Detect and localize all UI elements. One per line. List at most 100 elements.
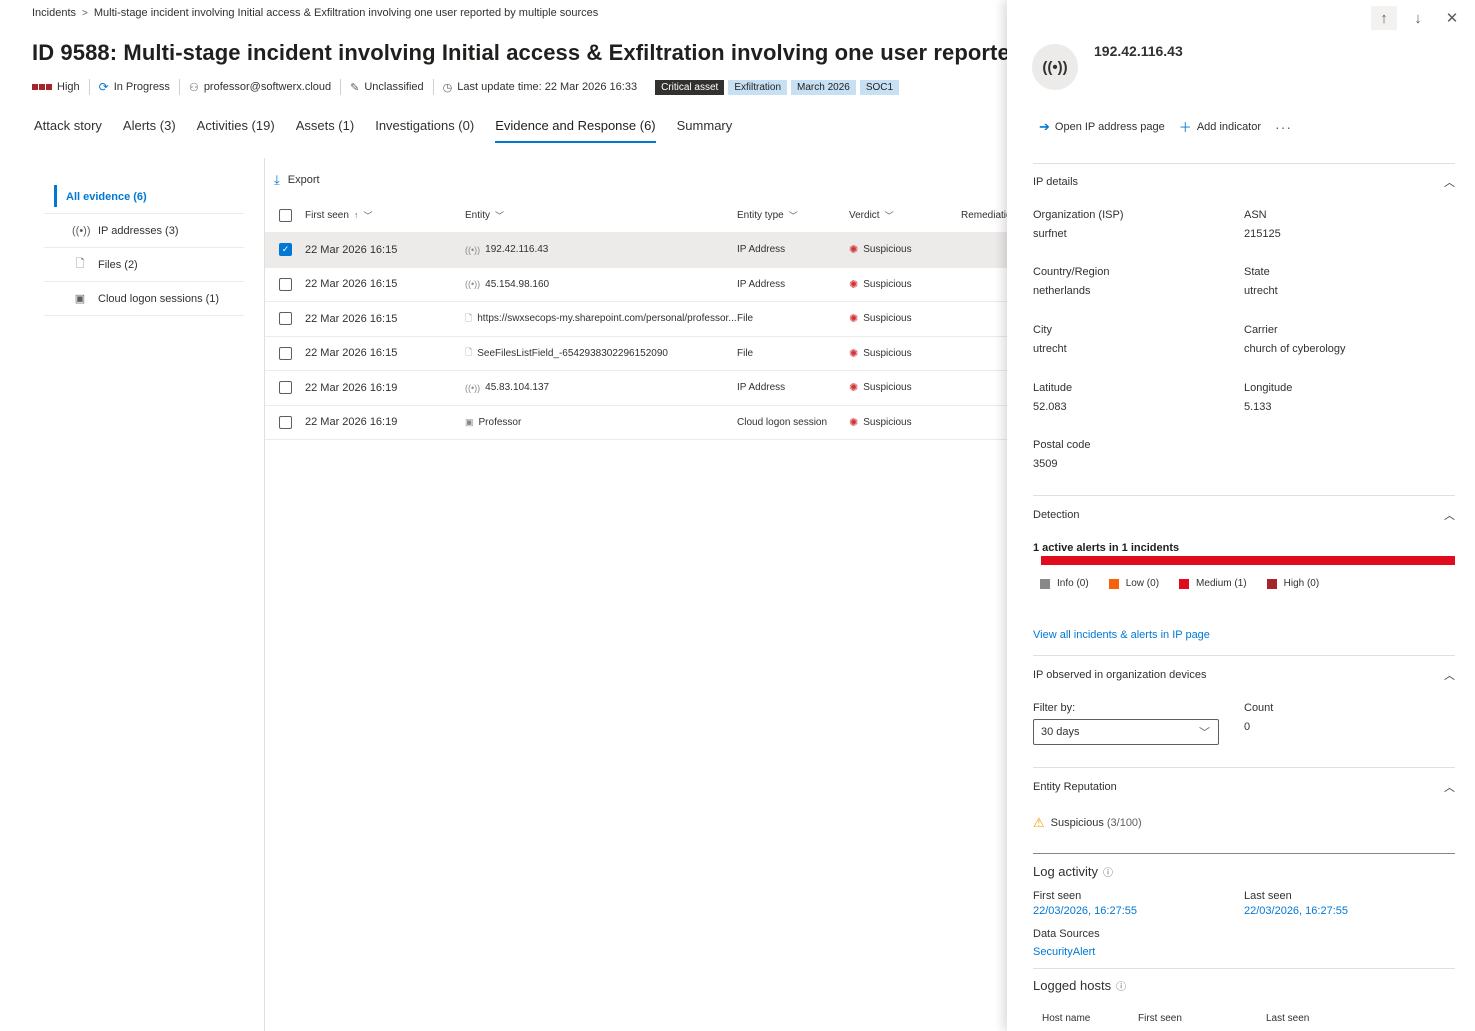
detection-header[interactable]: Detection ︿	[1033, 507, 1455, 523]
column-header-last-seen[interactable]: Last seen	[1266, 1013, 1309, 1024]
observed-heading: IP observed in organization devices	[1033, 669, 1207, 681]
tab-assets[interactable]: Assets (1)	[296, 118, 355, 143]
row-checkbox[interactable]	[279, 381, 292, 395]
field-latitude: Latitude 52.083	[1033, 382, 1072, 413]
field-label: Carrier	[1244, 324, 1278, 336]
verdict-label: Suspicious	[863, 382, 912, 394]
table-row[interactable]: 22 Mar 2026 16:19 ▣ Professor Cloud logon s…	[265, 406, 1007, 440]
evidence-nav-ip-addresses[interactable]: ((•)) IP addresses (3)	[44, 214, 244, 248]
arrow-up-icon[interactable]: ↑	[1371, 6, 1397, 30]
column-header-remediation[interactable]: Remediatio	[961, 198, 1012, 232]
table-row[interactable]: ✓ 22 Mar 2026 16:15 ((•)) 192.42.116.43 IP A…	[265, 233, 1007, 268]
export-button[interactable]: ⤓ Export	[274, 172, 320, 188]
bug-icon: ✺	[849, 278, 859, 291]
column-header-verdict[interactable]: Verdict ﹀	[849, 198, 894, 232]
first-seen-header-label: First seen	[305, 209, 349, 221]
entity-label: 192.42.116.43	[485, 244, 549, 256]
evidence-nav-ip-label: IP addresses (3)	[98, 224, 179, 237]
entity-label: 45.83.104.137	[485, 382, 550, 394]
row-checkbox[interactable]	[279, 312, 292, 326]
cell-first-seen: 22 Mar 2026 16:19	[305, 381, 398, 394]
field-value: surfnet	[1033, 228, 1067, 240]
alerts-severity-bar	[1041, 556, 1455, 565]
data-sources-value[interactable]: SecurityAlert	[1033, 946, 1100, 958]
row-checkbox[interactable]: ✓	[279, 243, 292, 257]
observed-header[interactable]: IP observed in organization devices ︿	[1033, 667, 1455, 683]
logged-hosts-heading: Logged hosts	[1033, 978, 1112, 993]
reputation-header[interactable]: Entity Reputation ︿	[1033, 779, 1455, 795]
tab-attack-story[interactable]: Attack story	[34, 118, 102, 143]
ip-details-header[interactable]: IP details ︿	[1033, 174, 1455, 190]
warning-icon: ⚠	[1033, 815, 1045, 830]
field-value: utrecht	[1244, 285, 1278, 297]
info-icon[interactable]: ⓘ	[1103, 864, 1113, 879]
pencil-icon: ✎	[350, 81, 360, 94]
field-value: utrecht	[1033, 343, 1067, 355]
more-icon[interactable]: ···	[1275, 119, 1292, 135]
info-icon[interactable]: ⓘ	[1116, 978, 1126, 993]
column-header-first-seen[interactable]: First seen	[1138, 1013, 1182, 1024]
cell-entity[interactable]: 🗋 SeeFilesListField_-6542938302296152090	[465, 337, 668, 371]
add-indicator-button[interactable]: ＋ Add indicator	[1179, 117, 1261, 136]
tab-summary[interactable]: Summary	[677, 118, 733, 143]
first-seen-value[interactable]: 22/03/2026, 16:27:55	[1033, 905, 1137, 917]
chevron-down-icon: ﹀	[788, 210, 798, 221]
reputation-score: (3/100)	[1106, 817, 1142, 829]
close-icon[interactable]: ✕	[1439, 6, 1465, 30]
row-checkbox[interactable]	[279, 277, 292, 291]
arrow-down-icon[interactable]: ↓	[1405, 6, 1431, 30]
severity-label: High	[57, 81, 80, 93]
table-row[interactable]: 22 Mar 2026 16:15 🗋 https://swxsecops-my.s…	[265, 302, 1007, 337]
row-checkbox[interactable]	[279, 346, 292, 360]
breadcrumb-incidents-link[interactable]: Incidents	[32, 7, 76, 19]
view-all-incidents-link[interactable]: View all incidents & alerts in IP page	[1033, 629, 1210, 641]
section-divider	[1033, 163, 1455, 164]
chevron-down-icon: ﹀	[363, 210, 373, 221]
reputation-verdict-label: Suspicious	[1050, 817, 1104, 829]
status-indicator[interactable]: ⟳ In Progress	[99, 79, 180, 95]
cell-entity[interactable]: ((•)) 45.83.104.137	[465, 371, 549, 405]
evidence-nav-files[interactable]: 🗋 Files (2)	[44, 248, 244, 282]
column-header-entity[interactable]: Entity ﹀	[465, 198, 504, 232]
field-value: 5.133	[1244, 401, 1272, 413]
verdict-label: Suspicious	[863, 313, 912, 325]
row-checkbox[interactable]	[279, 415, 292, 429]
tab-alerts[interactable]: Alerts (3)	[123, 118, 176, 143]
select-all-checkbox[interactable]	[279, 208, 292, 222]
evidence-nav-all[interactable]: All evidence (6)	[44, 180, 244, 214]
tab-investigations[interactable]: Investigations (0)	[375, 118, 474, 143]
legend-low: Low (0)	[1108, 578, 1159, 589]
classification-indicator[interactable]: ✎ Unclassified	[350, 79, 434, 95]
column-header-first-seen[interactable]: First seen ↑ ﹀	[305, 198, 372, 232]
tab-evidence-and-response[interactable]: Evidence and Response (6)	[495, 118, 656, 143]
user-indicator[interactable]: ⚇ professor@softwerx.cloud	[188, 79, 342, 95]
person-icon: ⚇	[188, 81, 199, 94]
tab-activities[interactable]: Activities (19)	[197, 118, 275, 143]
time-range-dropdown[interactable]: 30 days ﹀	[1033, 719, 1219, 745]
cell-verdict: ✺ Suspicious	[849, 233, 912, 267]
field-value: 215125	[1244, 228, 1281, 240]
bug-icon: ✺	[849, 244, 859, 257]
open-ip-page-button[interactable]: ➔ Open IP address page	[1039, 119, 1165, 135]
column-header-host-name[interactable]: Host name	[1042, 1013, 1090, 1024]
entity-label: SeeFilesListField_-6542938302296152090	[477, 347, 668, 359]
cell-entity[interactable]: ((•)) 45.154.98.160	[465, 268, 549, 302]
evidence-nav-cloud-logon[interactable]: ▣ Cloud logon sessions (1)	[44, 282, 244, 316]
cell-entity[interactable]: ▣ Professor	[465, 406, 521, 440]
chevron-down-icon: ﹀	[1199, 727, 1210, 739]
column-header-entity-type[interactable]: Entity type ﹀	[737, 198, 798, 232]
last-seen-value[interactable]: 22/03/2026, 16:27:55	[1244, 905, 1348, 917]
remediation-header-label: Remediatio	[961, 209, 1012, 221]
last-update-label: Last update time: 22 Mar 2026 16:33	[457, 81, 638, 93]
table-row[interactable]: 22 Mar 2026 16:15 🗋 SeeFilesListField_-654…	[265, 337, 1007, 371]
table-row[interactable]: 22 Mar 2026 16:15 ((•)) 45.154.98.160 IP Ad…	[265, 268, 1007, 302]
table-row[interactable]: 22 Mar 2026 16:19 ((•)) 45.83.104.137 IP Ad…	[265, 371, 1007, 406]
incident-meta-row: High ⟳ In Progress ⚇ professor@softwerx.…	[32, 79, 903, 95]
field-value: 3509	[1033, 458, 1058, 470]
breadcrumb-current: Multi-stage incident involving Initial a…	[93, 7, 599, 19]
cell-entity[interactable]: ((•)) 192.42.116.43	[465, 233, 548, 267]
field-country: Country/Region netherlands	[1033, 266, 1109, 297]
reputation-verdict: ⚠ Suspicious (3/100)	[1033, 815, 1142, 831]
cell-entity[interactable]: 🗋 https://swxsecops-my.sharepoint.com/per…	[465, 302, 737, 336]
field-city: City utrecht	[1033, 324, 1067, 355]
